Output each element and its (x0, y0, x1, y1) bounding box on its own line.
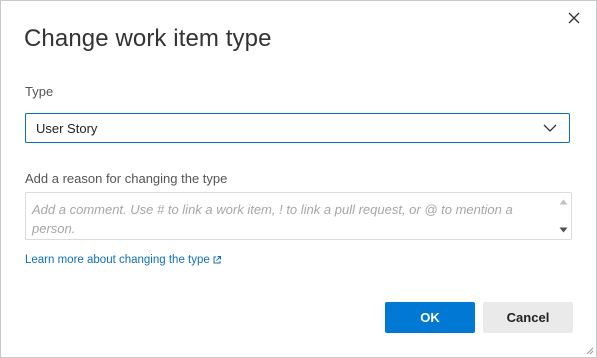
change-work-item-type-dialog: Change work item type Type User Story Ad… (0, 0, 597, 358)
comment-scrollbar[interactable] (556, 193, 571, 239)
close-button[interactable] (563, 7, 585, 29)
dialog-title: Change work item type (24, 25, 272, 52)
type-label: Type (25, 84, 54, 99)
cancel-button[interactable]: Cancel (483, 302, 573, 333)
ok-button[interactable]: OK (385, 302, 475, 333)
type-dropdown[interactable]: User Story (25, 113, 570, 143)
scroll-down-arrow-icon[interactable] (559, 227, 568, 233)
type-selected-value: User Story (36, 121, 98, 136)
reason-comment-field[interactable]: Add a comment. Use # to link a work item… (25, 192, 572, 240)
learn-more-text: Learn more about changing the type (25, 254, 210, 266)
chevron-down-icon (543, 124, 557, 132)
reason-label: Add a reason for changing the type (25, 171, 228, 186)
resize-grip-icon[interactable] (584, 345, 594, 355)
close-icon (568, 12, 580, 24)
learn-more-link[interactable]: Learn more about changing the type (25, 254, 221, 266)
scroll-up-arrow-icon[interactable] (559, 199, 568, 205)
external-link-icon (213, 256, 221, 264)
comment-placeholder: Add a comment. Use # to link a work item… (32, 202, 513, 236)
